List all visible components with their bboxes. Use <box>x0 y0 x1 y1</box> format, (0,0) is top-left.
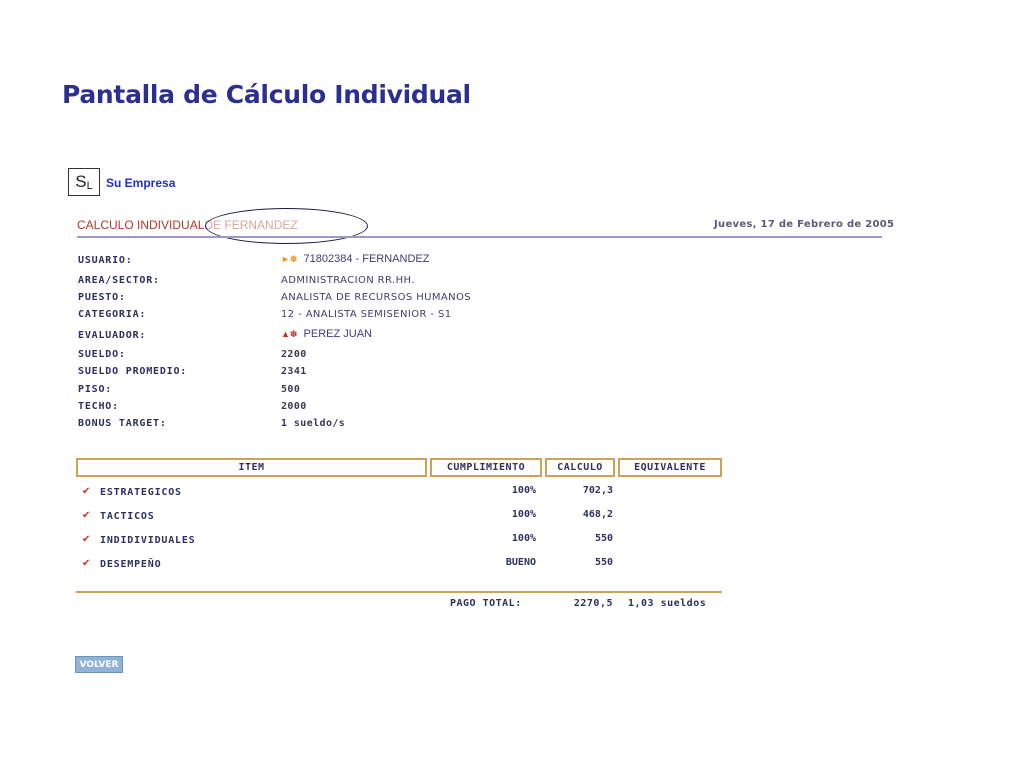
usuario-text: 71802384 - FERNANDEZ <box>303 253 430 265</box>
row-calculo: 468,2 <box>582 509 613 520</box>
column-header-cumplimiento: CUMPLIMIENTO <box>430 458 542 477</box>
logo-letter-s: S <box>75 172 87 191</box>
pago-total-value: 2270,5 <box>573 598 613 609</box>
field-value-usuario: ►✽ 71802384 - FERNANDEZ <box>281 253 429 265</box>
field-label-area: AREA/SECTOR: <box>78 275 160 286</box>
row-calculo: 550 <box>594 533 613 544</box>
evaluator-icon: ▲✽ <box>281 329 298 339</box>
field-label-piso: PISO: <box>78 384 113 395</box>
field-label-categoria: CATEGORIA: <box>78 309 147 320</box>
pago-total-label: PAGO TOTAL: <box>450 598 522 609</box>
field-label-bonus-target: BONUS TARGET: <box>78 418 167 429</box>
chevron-check-icon: ✔ <box>82 486 91 497</box>
pago-total-equivalente: 1,03 sueldos <box>628 598 707 609</box>
row-cumplimiento: BUENO <box>505 557 536 568</box>
company-name: Su Empresa <box>106 176 176 190</box>
chevron-check-icon: ✔ <box>82 534 91 545</box>
company-logo: SL <box>68 168 100 196</box>
logo-letter-l: L <box>86 180 93 192</box>
highlight-ellipse <box>205 208 368 244</box>
field-value-sueldo-promedio: 2341 <box>281 366 307 377</box>
header-divider <box>77 236 882 238</box>
field-label-usuario: USUARIO: <box>78 255 133 266</box>
field-value-techo: 2000 <box>281 401 307 412</box>
field-label-techo: TECHO: <box>78 401 119 412</box>
field-value-piso: 500 <box>281 384 301 395</box>
row-label: ESTRATEGICOS <box>100 487 182 498</box>
section-title-main: CALCULO INDIVIDUAL <box>77 218 205 232</box>
field-value-bonus-target: 1 sueldo/s <box>281 418 346 429</box>
row-label: INDIDIVIDUALES <box>100 535 196 546</box>
field-value-area: ADMINISTRACION RR.HH. <box>281 275 415 286</box>
row-calculo: 702,3 <box>582 485 613 496</box>
date-label: Jueves, 17 de Febrero de 2005 <box>714 219 895 230</box>
chevron-check-icon: ✔ <box>82 510 91 521</box>
table-footer-divider <box>76 591 722 593</box>
user-icon: ►✽ <box>281 254 298 264</box>
row-cumplimiento: 100% <box>511 485 536 496</box>
row-cumplimiento: 100% <box>511 533 536 544</box>
row-label: TACTICOS <box>100 511 155 522</box>
field-label-sueldo-promedio: SUELDO PROMEDIO: <box>78 366 188 377</box>
evaluador-text: PEREZ JUAN <box>303 328 372 340</box>
field-value-categoria: 12 - ANALISTA SEMISENIOR - S1 <box>281 309 452 320</box>
field-label-sueldo: SUELDO: <box>78 349 126 360</box>
chevron-check-icon: ✔ <box>82 558 91 569</box>
row-calculo: 550 <box>594 557 613 568</box>
field-label-evaluador: EVALUADOR: <box>78 330 147 341</box>
column-header-item: ITEM <box>76 458 427 477</box>
field-value-evaluador: ▲✽ PEREZ JUAN <box>281 328 372 340</box>
row-label: DESEMPEÑO <box>100 559 162 570</box>
field-value-sueldo: 2200 <box>281 349 307 360</box>
page-title: Pantalla de Cálculo Individual <box>62 80 471 109</box>
row-cumplimiento: 100% <box>511 509 536 520</box>
column-header-calculo: CALCULO <box>545 458 615 477</box>
volver-button[interactable]: VOLVER <box>75 656 123 673</box>
field-value-puesto: ANALISTA DE RECURSOS HUMANOS <box>281 292 472 303</box>
field-label-puesto: PUESTO: <box>78 292 126 303</box>
column-header-equivalente: EQUIVALENTE <box>618 458 722 477</box>
